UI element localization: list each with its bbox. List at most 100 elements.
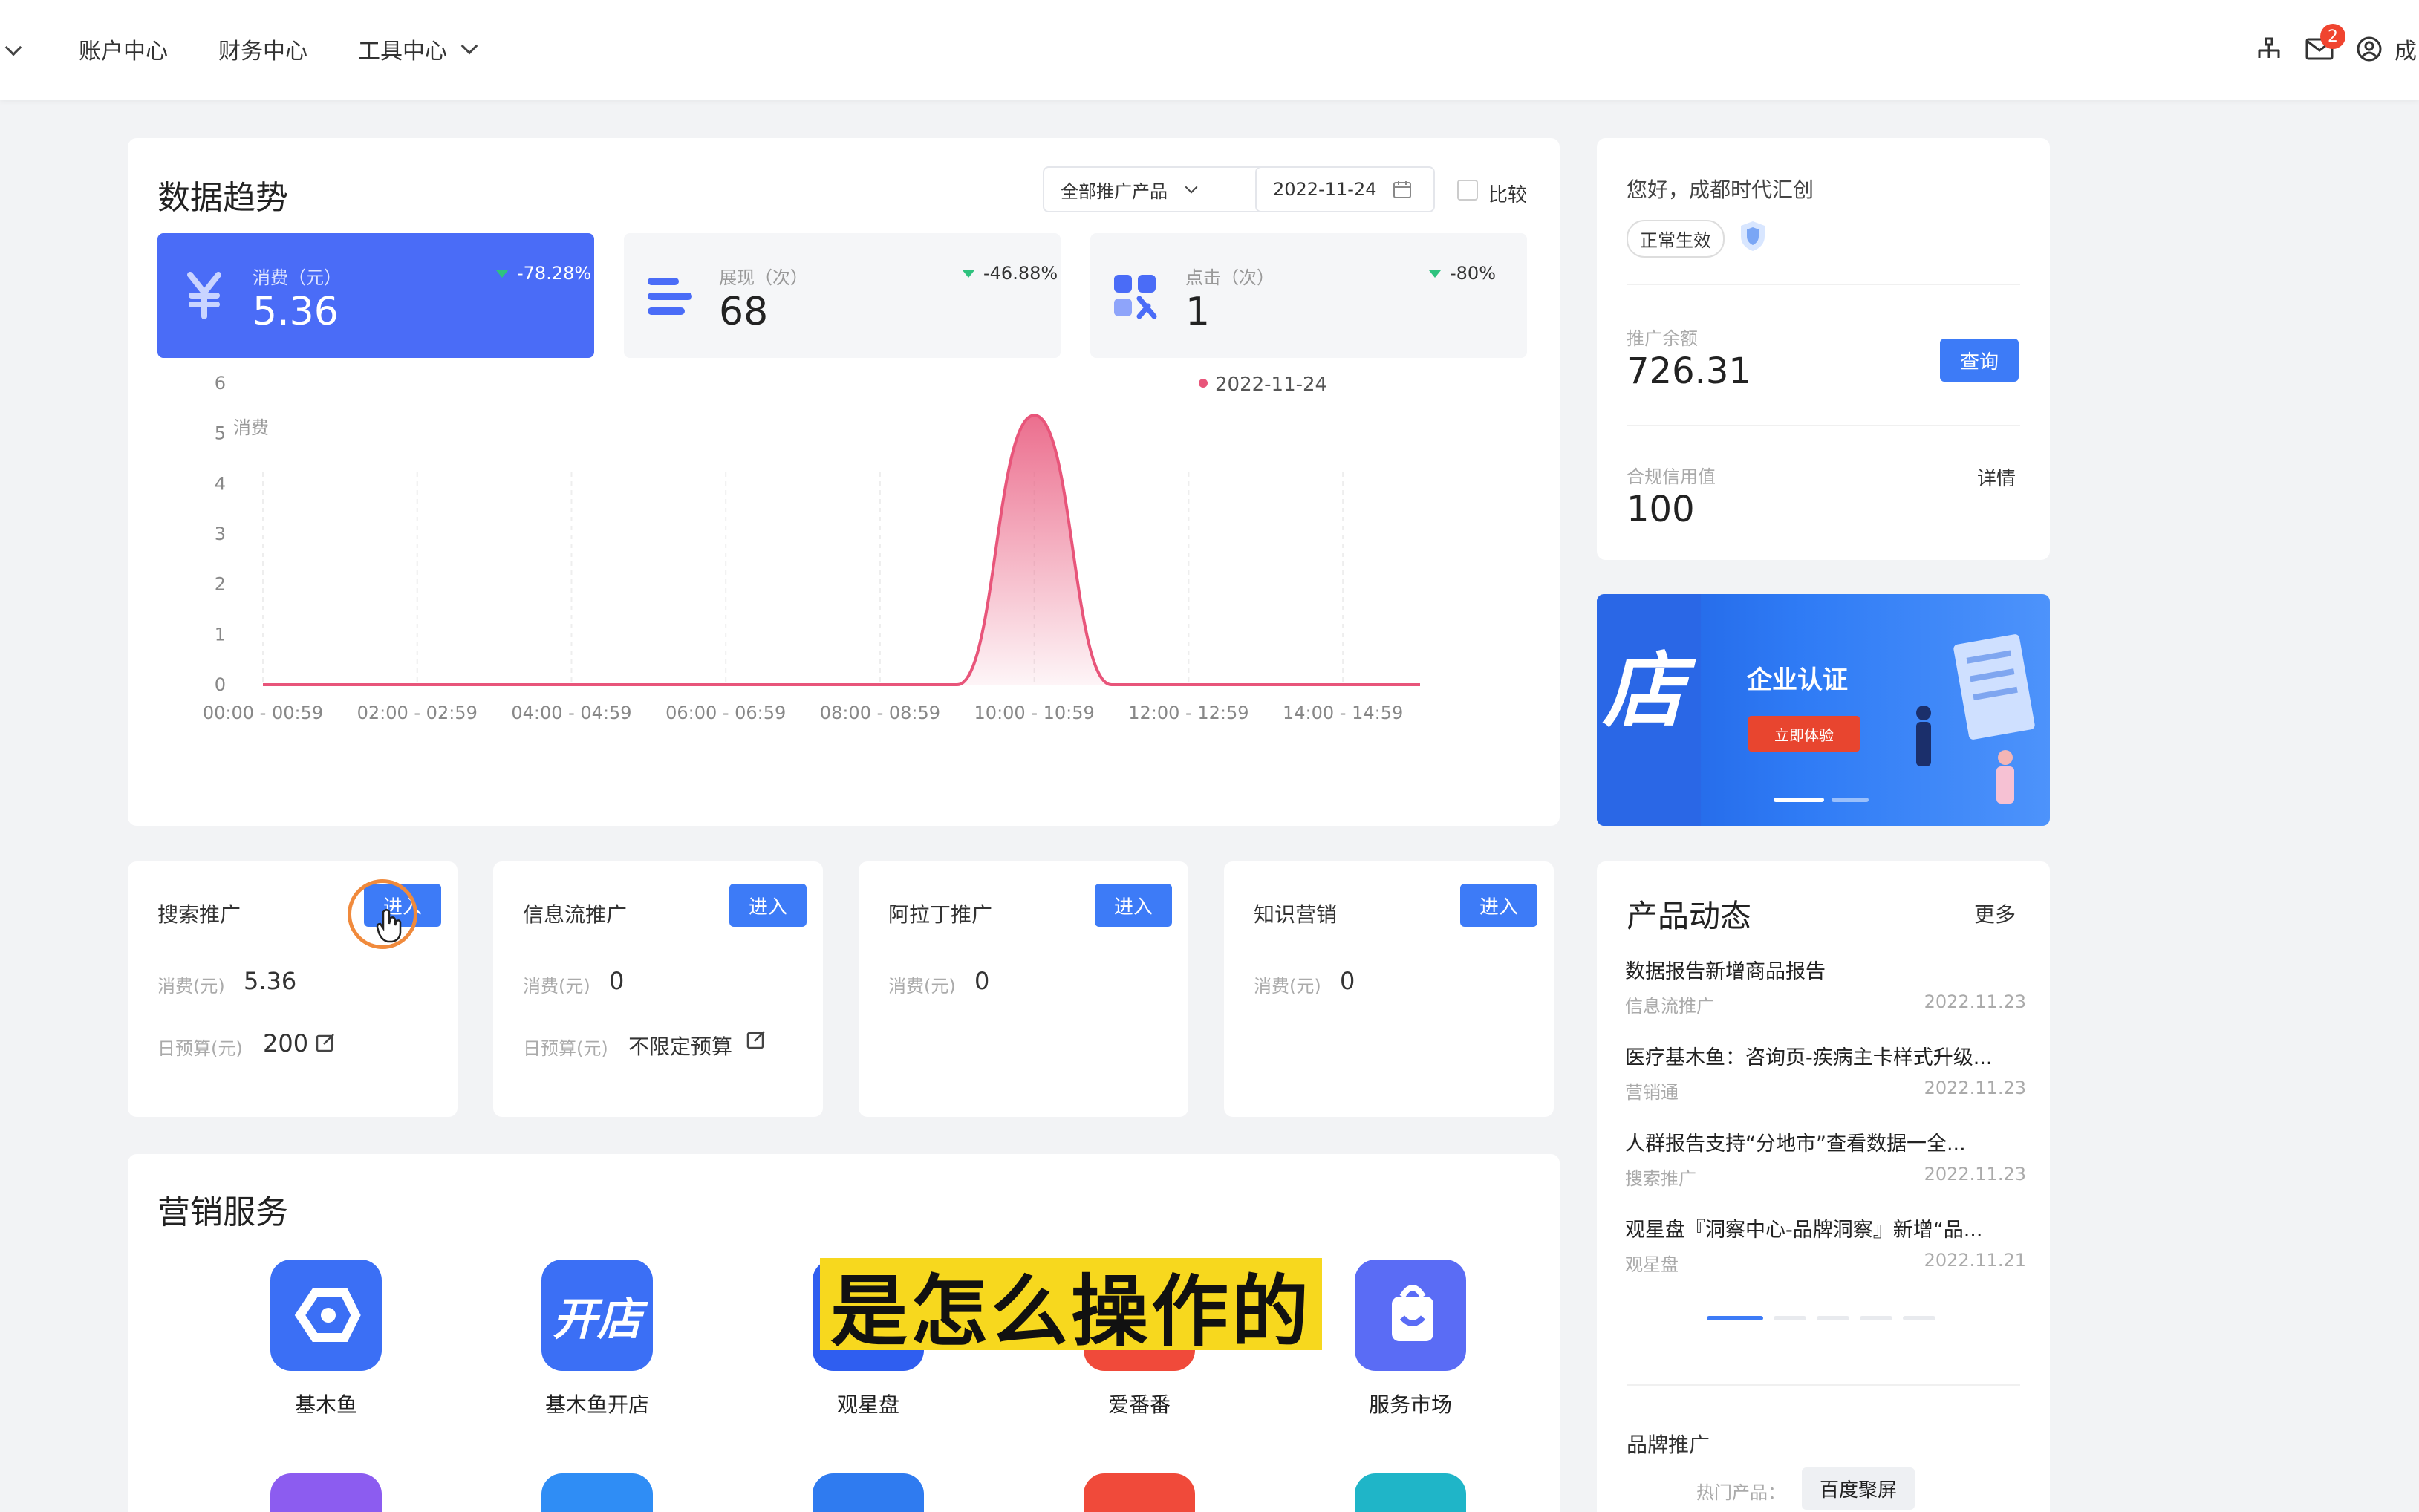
promo-title: 阿拉丁推广 bbox=[888, 902, 993, 927]
stat-value: 1 bbox=[1185, 290, 1211, 334]
nav-tool-center[interactable]: 工具中心 bbox=[358, 33, 447, 65]
stat-label: 点击（次） bbox=[1185, 267, 1274, 288]
top-nav: 账户中心 财务中心 工具中心 2 成 bbox=[0, 0, 2419, 100]
pager-dot-active[interactable] bbox=[1707, 1316, 1763, 1320]
promo-card-knowledge: 知识营销 进入 消费(元) 0 bbox=[1224, 861, 1554, 1117]
enterprise-cert-banner[interactable]: 店 企业认证 立即体验 bbox=[1597, 594, 2050, 826]
news-item-title: 人群报告支持“分地市”查看数据一全... bbox=[1625, 1133, 1966, 1156]
service-icon-row2[interactable] bbox=[813, 1473, 924, 1512]
service-jimuyu-shop[interactable]: 开店 基木鱼开店 bbox=[508, 1260, 686, 1438]
budget-value: 不限定预算 bbox=[628, 1034, 733, 1059]
service-label: 基木鱼开店 bbox=[544, 1392, 649, 1417]
banner-dot[interactable] bbox=[1832, 798, 1869, 802]
enter-button[interactable]: 进入 bbox=[1460, 884, 1537, 927]
spend-label: 消费(元) bbox=[888, 976, 956, 997]
pager-dot[interactable] bbox=[1860, 1316, 1892, 1320]
y-tick-label: 5 bbox=[215, 423, 226, 444]
stat-card-clicks[interactable]: 点击（次） 1 -80% bbox=[1090, 233, 1527, 358]
enter-button[interactable]: 进入 bbox=[729, 884, 807, 927]
brand-title: 品牌推广 bbox=[1627, 1433, 1710, 1457]
edit-icon[interactable] bbox=[315, 1032, 336, 1053]
hot-products-label: 热门产品： bbox=[1696, 1482, 1785, 1503]
news-item-title: 观星盘『洞察中心-品牌洞察』新增“品... bbox=[1625, 1219, 1983, 1242]
notification-badge: 2 bbox=[2320, 24, 2345, 49]
news-item[interactable]: 数据报告新增商品报告 信息流推广 2022.11.23 bbox=[1625, 955, 2026, 1017]
stat-value: 68 bbox=[719, 290, 769, 334]
budget-label: 日预算(元) bbox=[157, 1038, 243, 1059]
promo-card-search: 搜索推广 进入 消费(元) 5.36 日预算(元) 200 bbox=[128, 861, 458, 1117]
service-label: 爱番番 bbox=[1107, 1392, 1171, 1417]
divider bbox=[1627, 284, 2020, 285]
data-trend-card: 数据趋势 全部推广产品 2022-11-24 比较 消费（元） 5.36 -78… bbox=[128, 138, 1560, 826]
x-tick-label: 04:00 - 04:59 bbox=[511, 703, 631, 723]
banner-cta-button[interactable]: 立即体验 bbox=[1748, 716, 1860, 752]
stat-label: 展现（次） bbox=[719, 267, 808, 288]
x-tick-label: 10:00 - 10:59 bbox=[974, 703, 1095, 723]
date-picker[interactable]: 2022-11-24 bbox=[1255, 166, 1435, 212]
spend-value: 0 bbox=[1340, 967, 1355, 995]
balance-value: 726.31 bbox=[1627, 351, 1751, 392]
user-name[interactable]: 成 bbox=[2394, 33, 2417, 65]
edit-icon[interactable] bbox=[746, 1029, 766, 1050]
news-item-title: 医疗基木鱼：咨询页-疾病主卡样式升级... bbox=[1625, 1046, 1993, 1069]
stat-card-impressions[interactable]: 展现（次） 68 -46.88% bbox=[624, 233, 1061, 358]
service-jimuyu[interactable]: 基木鱼 bbox=[237, 1260, 415, 1438]
video-subtitle: 是怎么操作的 bbox=[820, 1258, 1323, 1357]
balance-label: 推广余额 bbox=[1627, 328, 1698, 349]
more-link[interactable]: 更多 bbox=[1974, 899, 2016, 928]
banner-dot-active[interactable] bbox=[1774, 798, 1824, 802]
subtitle-text: 是怎么操作的 bbox=[830, 1265, 1312, 1357]
service-label: 服务市场 bbox=[1368, 1392, 1452, 1417]
nav-finance-center[interactable]: 财务中心 bbox=[218, 33, 307, 65]
stat-change: -80% bbox=[1429, 263, 1496, 284]
service-market[interactable]: 服务市场 bbox=[1321, 1260, 1500, 1438]
news-item-tag: 信息流推广 bbox=[1625, 996, 1714, 1017]
service-icon-row2[interactable] bbox=[1084, 1473, 1195, 1512]
detail-link[interactable]: 详情 bbox=[1977, 463, 2016, 491]
org-tree-icon[interactable] bbox=[2255, 36, 2283, 64]
trend-chart: 2022-11-24消费00:00 - 00:59 02:00 - 02:59 04… bbox=[203, 373, 1420, 723]
calendar-icon bbox=[1393, 181, 1412, 198]
stat-change: -46.88% bbox=[963, 263, 1058, 284]
query-button[interactable]: 查询 bbox=[1940, 339, 2019, 382]
y-tick-label: 3 bbox=[215, 524, 226, 544]
divider bbox=[1627, 1384, 2020, 1386]
nav-account-center[interactable]: 账户中心 bbox=[79, 33, 168, 65]
promo-card-feed: 信息流推广 进入 消费(元) 0 日预算(元) 不限定预算 bbox=[493, 861, 823, 1117]
banner-side-text: 店 bbox=[1603, 643, 1684, 738]
credit-label: 合规信用值 bbox=[1627, 466, 1716, 487]
stat-label: 消费（元） bbox=[253, 267, 342, 288]
down-arrow-icon bbox=[496, 270, 508, 278]
pager-dot[interactable] bbox=[1817, 1316, 1849, 1320]
news-item[interactable]: 观星盘『洞察中心-品牌洞察』新增“品... 观星盘 2022.11.21 bbox=[1625, 1213, 2026, 1276]
greeting: 您好，成都时代汇创 bbox=[1627, 177, 1814, 202]
hot-product-tag[interactable]: 百度聚屏 bbox=[1802, 1467, 1915, 1510]
pager-dot[interactable] bbox=[1774, 1316, 1806, 1320]
news-item-date: 2022.11.23 bbox=[1924, 1164, 2026, 1184]
legend-label: 2022-11-24 bbox=[1215, 374, 1327, 396]
stat-card-spend[interactable]: 消费（元） 5.36 -78.28% bbox=[157, 233, 594, 358]
news-item[interactable]: 医疗基木鱼：咨询页-疾病主卡样式升级... 营销通 2022.11.23 bbox=[1625, 1041, 2026, 1104]
stat-change: -78.28% bbox=[496, 263, 591, 284]
compare-checkbox[interactable] bbox=[1457, 180, 1478, 201]
section-title: 营销服务 bbox=[157, 1193, 288, 1231]
budget-label: 日预算(元) bbox=[523, 1038, 608, 1059]
service-icon-row2[interactable] bbox=[1355, 1473, 1466, 1512]
promo-card-aladdin: 阿拉丁推广 进入 消费(元) 0 bbox=[859, 861, 1188, 1117]
x-tick-label: 06:00 - 06:59 bbox=[665, 703, 786, 723]
x-tick-label: 08:00 - 08:59 bbox=[820, 703, 940, 723]
user-icon[interactable] bbox=[2356, 36, 2383, 62]
spend-label: 消费(元) bbox=[157, 976, 225, 997]
spend-value: 0 bbox=[974, 967, 990, 995]
service-icon-row2[interactable] bbox=[270, 1473, 382, 1512]
service-icon-row2[interactable] bbox=[541, 1473, 653, 1512]
chevron-down-icon[interactable] bbox=[4, 39, 22, 56]
news-item[interactable]: 人群报告支持“分地市”查看数据一全... 搜索推广 2022.11.23 bbox=[1625, 1127, 2026, 1190]
enter-button[interactable]: 进入 bbox=[1095, 884, 1172, 927]
jimuyu-icon bbox=[270, 1260, 382, 1371]
news-item-tag: 观星盘 bbox=[1625, 1254, 1679, 1275]
news-item-title: 数据报告新增商品报告 bbox=[1625, 960, 1826, 983]
pager-dot[interactable] bbox=[1903, 1316, 1935, 1320]
chevron-down-icon[interactable] bbox=[460, 37, 478, 55]
series-line bbox=[263, 414, 1420, 686]
